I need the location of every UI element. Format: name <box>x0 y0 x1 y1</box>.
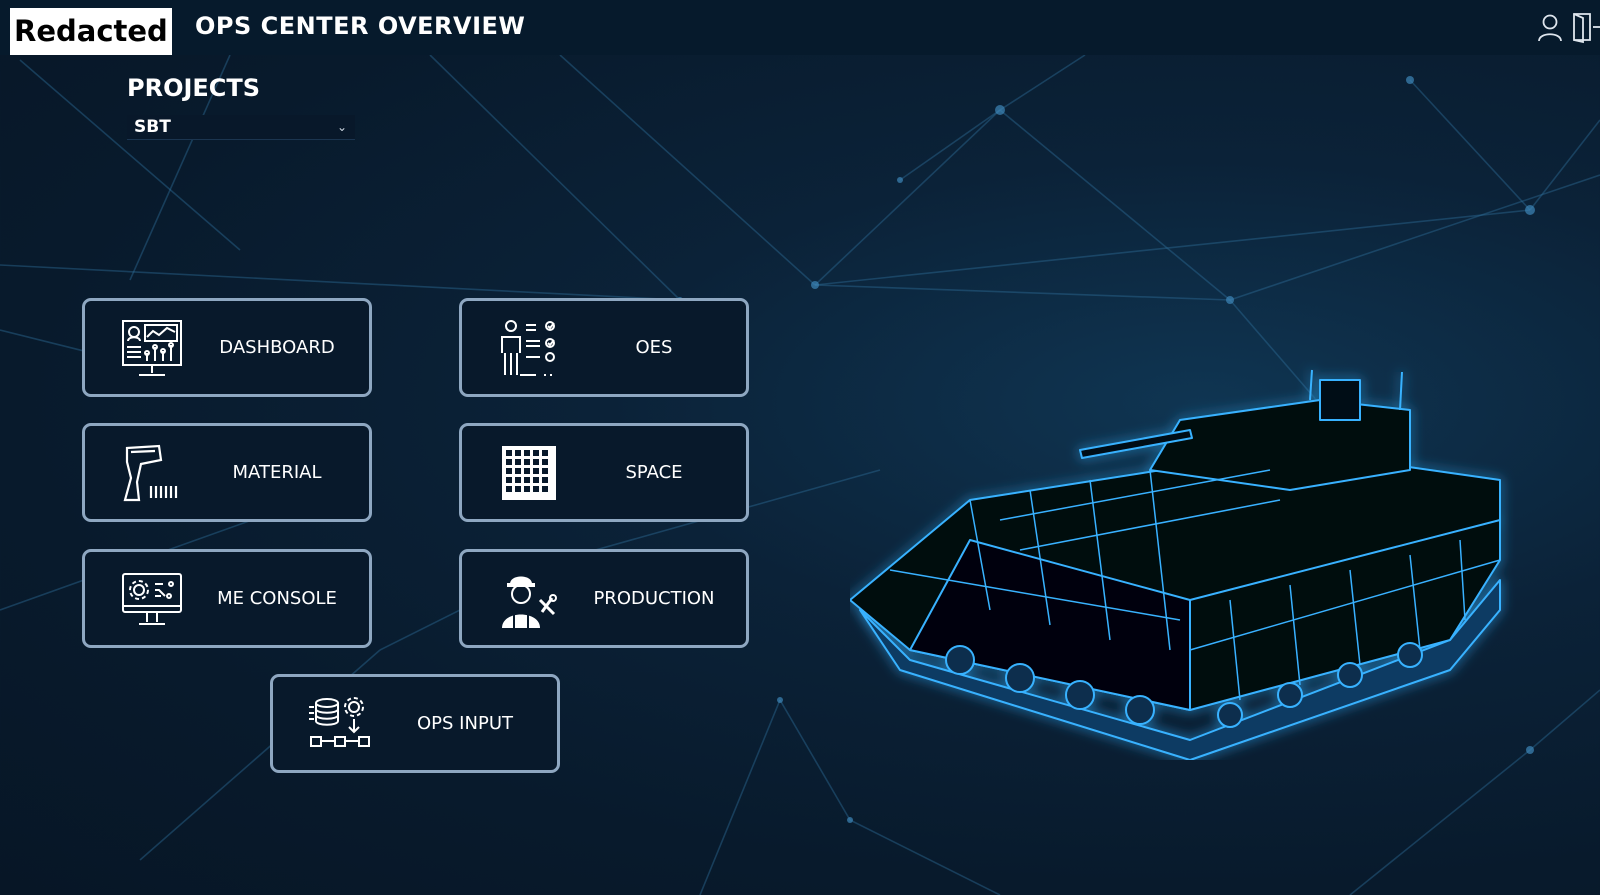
worker-checklist-icon <box>496 317 562 381</box>
exit-door-icon[interactable] <box>1568 10 1600 44</box>
tile-label: DASHBOARD <box>219 337 335 358</box>
tile-label: ME CONSOLE <box>217 588 337 609</box>
grid-icon <box>496 442 562 506</box>
dashboard-button[interactable]: DASHBOARD <box>82 298 372 397</box>
tile-label: OPS INPUT <box>417 713 513 734</box>
settings-monitor-icon <box>119 568 185 632</box>
project-dropdown[interactable]: SBT ⌄ <box>127 115 355 140</box>
tile-label: OES <box>635 337 673 358</box>
user-icon[interactable] <box>1533 10 1567 44</box>
armored-vehicle-illustration <box>850 369 1501 760</box>
database-flow-icon <box>307 693 373 757</box>
tile-label: MATERIAL <box>232 462 322 483</box>
engineer-tools-icon <box>496 568 562 632</box>
production-button[interactable]: PRODUCTION <box>459 549 749 648</box>
company-logo: Redacted <box>10 8 172 55</box>
page-title: OPS CENTER OVERVIEW <box>195 12 526 40</box>
oes-button[interactable]: OES <box>459 298 749 397</box>
material-button[interactable]: MATERIAL <box>82 423 372 522</box>
space-button[interactable]: SPACE <box>459 423 749 522</box>
chevron-down-icon: ⌄ <box>336 120 347 134</box>
tile-label: SPACE <box>625 462 683 483</box>
dashboard-monitor-icon <box>119 317 185 381</box>
barcode-scanner-icon <box>119 442 185 506</box>
top-bar: Redacted OPS CENTER OVERVIEW <box>0 0 1600 55</box>
projects-label: PROJECTS <box>127 74 261 102</box>
project-selected-value: SBT <box>134 117 171 137</box>
tile-label: PRODUCTION <box>593 588 715 609</box>
me-console-button[interactable]: ME CONSOLE <box>82 549 372 648</box>
ops-input-button[interactable]: OPS INPUT <box>270 674 560 773</box>
